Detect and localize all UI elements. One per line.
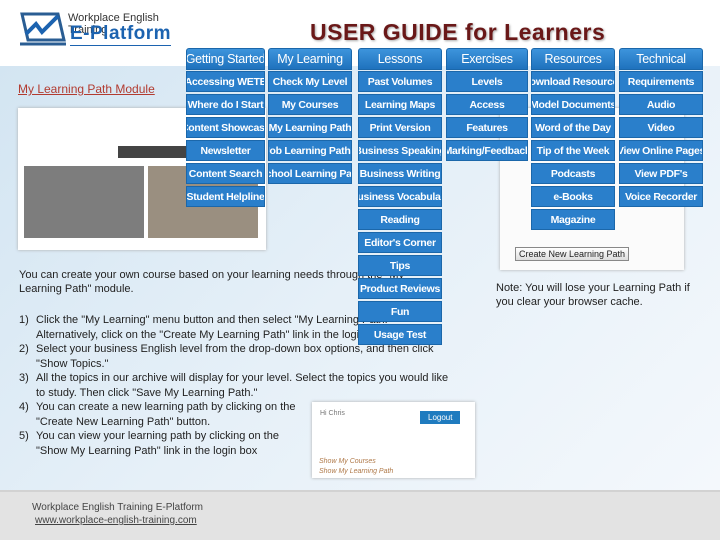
screenshot-tile-vocabulary bbox=[24, 166, 144, 238]
menu-item-view-pdf-s[interactable]: View PDF's bbox=[619, 163, 703, 184]
menu-item-tips[interactable]: Tips bbox=[358, 255, 442, 276]
menu-item-usage-test[interactable]: Usage Test bbox=[358, 324, 442, 345]
menu-item-my-courses[interactable]: My Courses bbox=[268, 94, 352, 115]
menu-item-business-vocabulary[interactable]: Business Vocabulary bbox=[358, 186, 442, 207]
menu-item-audio[interactable]: Audio bbox=[619, 94, 703, 115]
menu-technical[interactable]: Technical bbox=[619, 48, 703, 70]
menu-item-business-writing[interactable]: Business Writing bbox=[358, 163, 442, 184]
menu-item-fun[interactable]: Fun bbox=[358, 301, 442, 322]
step-item: 3) All the topics in our archive will dis… bbox=[19, 372, 449, 399]
menu-item-model-documents[interactable]: Model Documents bbox=[531, 94, 615, 115]
menu-item-where-do-i-start[interactable]: Where do I Start bbox=[186, 94, 265, 115]
menu-item-requirements[interactable]: Requirements bbox=[619, 71, 703, 92]
menu-item-business-speaking[interactable]: Business Speaking bbox=[358, 140, 442, 161]
logo: Workplace English Training E-Platform bbox=[18, 10, 198, 50]
menu-item-my-learning-path[interactable]: My Learning Path bbox=[268, 117, 352, 138]
step-item: 2) Select your business English level fro… bbox=[19, 343, 434, 370]
menu-item-past-volumes[interactable]: Past Volumes bbox=[358, 71, 442, 92]
menu-lessons[interactable]: Lessons bbox=[358, 48, 442, 70]
footer: Workplace English Training E-Platform ww… bbox=[0, 490, 720, 540]
menu-item-marking-feedback[interactable]: Marking/Feedback bbox=[446, 140, 528, 161]
menu-item-magazine[interactable]: Magazine bbox=[531, 209, 615, 230]
menu-item-job-learning-paths[interactable]: Job Learning Paths bbox=[268, 140, 352, 161]
menu-item-reading[interactable]: Reading bbox=[358, 209, 442, 230]
menu-item-check-my-level[interactable]: Check My Level bbox=[268, 71, 352, 92]
laptop-logo-icon bbox=[20, 12, 66, 46]
step-item: 4) You can create a new learning path by … bbox=[19, 401, 296, 428]
menu-item-e-books[interactable]: e-Books bbox=[531, 186, 615, 207]
module-title: My Learning Path Module bbox=[18, 82, 155, 96]
menu-item-accessing-wete[interactable]: Accessing WETE bbox=[186, 71, 265, 92]
menu-item-voice-recorder[interactable]: Voice Recorder bbox=[619, 186, 703, 207]
menu-item-print-version[interactable]: Print Version bbox=[358, 117, 442, 138]
menu-item-podcasts[interactable]: Podcasts bbox=[531, 163, 615, 184]
menu-item-tip-of-the-week[interactable]: Tip of the Week bbox=[531, 140, 615, 161]
menu-item-download-resources[interactable]: Download Resources bbox=[531, 71, 615, 92]
menu-item-learning-maps[interactable]: Learning Maps bbox=[358, 94, 442, 115]
menu-item-access[interactable]: Access bbox=[446, 94, 528, 115]
menu-item-view-online-pages[interactable]: View Online Pages bbox=[619, 140, 703, 161]
show-my-learning-path-link[interactable]: Show My Learning Path bbox=[319, 468, 393, 475]
menu-item-newsletter[interactable]: Newsletter bbox=[186, 140, 265, 161]
menu-getting-started[interactable]: Getting Started bbox=[186, 48, 265, 70]
menu-item-content-showcase[interactable]: Content Showcase bbox=[186, 117, 265, 138]
menu-item-school-learning-path[interactable]: School Learning Path bbox=[268, 163, 352, 184]
menu-item-editor-s-corner[interactable]: Editor's Corner bbox=[358, 232, 442, 253]
menu-resources[interactable]: Resources bbox=[531, 48, 615, 70]
menu-item-levels[interactable]: Levels bbox=[446, 71, 528, 92]
menu-item-features[interactable]: Features bbox=[446, 117, 528, 138]
menu-item-word-of-the-day[interactable]: Word of the Day bbox=[531, 117, 615, 138]
menu-my-learning[interactable]: My Learning bbox=[268, 48, 352, 70]
page-title: USER GUIDE for Learners bbox=[310, 19, 606, 45]
menu-item-student-helpline[interactable]: Student Helpline bbox=[186, 186, 265, 207]
create-new-learning-path-button[interactable]: Create New Learning Path bbox=[515, 247, 630, 261]
show-my-courses-link[interactable]: Show My Courses bbox=[319, 458, 376, 465]
menu-item-product-reviews[interactable]: Product Reviews bbox=[358, 278, 442, 299]
footer-link[interactable]: www.workplace-english-training.com bbox=[35, 515, 197, 526]
cache-note: Note: You will lose your Learning Path i… bbox=[496, 282, 690, 308]
menu-item-video[interactable]: Video bbox=[619, 117, 703, 138]
step-item: 5) You can view your learning path by cli… bbox=[19, 430, 279, 457]
menu-exercises[interactable]: Exercises bbox=[446, 48, 528, 70]
menu-item-content-search[interactable]: Content Search bbox=[186, 163, 265, 184]
